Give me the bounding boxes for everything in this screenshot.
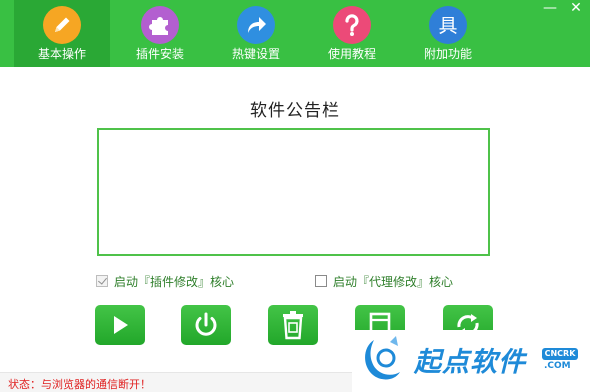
- notice-board: [97, 128, 490, 256]
- plugin-core-option[interactable]: 启动『插件修改』核心: [96, 273, 234, 289]
- power-icon: [195, 312, 217, 336]
- pencil-icon: [43, 6, 81, 44]
- tab-extra-functions[interactable]: 具 附加功能: [400, 0, 496, 67]
- tab-tutorial[interactable]: 使用教程: [304, 0, 400, 67]
- proxy-core-option[interactable]: 启动『代理修改』核心: [315, 273, 453, 289]
- tab-label: 热键设置: [231, 47, 280, 61]
- glyph-icon: 具: [429, 6, 467, 44]
- proxy-core-checkbox[interactable]: [315, 275, 327, 287]
- puzzle-icon: [141, 6, 179, 44]
- plugin-core-checkbox[interactable]: [96, 275, 108, 287]
- svg-text:具: 具: [438, 15, 457, 37]
- watermark-badge: CNCRK: [542, 348, 578, 360]
- watermark-domain: .COM: [544, 361, 571, 371]
- share-arrow-icon: [237, 6, 275, 44]
- tab-label: 附加功能: [423, 47, 472, 61]
- tab-label: 使用教程: [327, 47, 376, 61]
- proxy-core-label: 启动『代理修改』核心: [333, 274, 454, 289]
- tab-hotkey-settings[interactable]: 热键设置: [208, 0, 304, 67]
- question-icon: [333, 6, 371, 44]
- tab-label: 插件安装: [135, 47, 184, 61]
- app-window: 基本操作 插件安装 热键设置 使用教程 具 附加功能 — ✕ 软件公告栏 启动『…: [0, 0, 590, 392]
- top-navigation-bar: 基本操作 插件安装 热键设置 使用教程 具 附加功能 — ✕: [0, 0, 590, 67]
- notice-title: 软件公告栏: [250, 101, 340, 121]
- play-icon: [114, 316, 128, 334]
- start-button[interactable]: [95, 305, 145, 345]
- clear-button[interactable]: [268, 305, 318, 345]
- status-text: 状态：与浏览器的通信断开！: [8, 378, 151, 391]
- minimize-button[interactable]: —: [540, 1, 560, 16]
- tab-label: 基本操作: [37, 47, 86, 61]
- trash-icon: [283, 311, 303, 340]
- watermark: 起点软件 CNCRK .COM: [352, 330, 590, 392]
- tab-basic-operations[interactable]: 基本操作: [14, 0, 110, 67]
- plugin-core-label: 启动『插件修改』核心: [114, 274, 235, 289]
- power-button[interactable]: [181, 305, 231, 345]
- close-button[interactable]: ✕: [566, 1, 586, 16]
- watermark-logo-icon: [365, 336, 400, 380]
- watermark-text: 起点软件: [414, 347, 526, 378]
- tab-plugin-install[interactable]: 插件安装: [112, 0, 208, 67]
